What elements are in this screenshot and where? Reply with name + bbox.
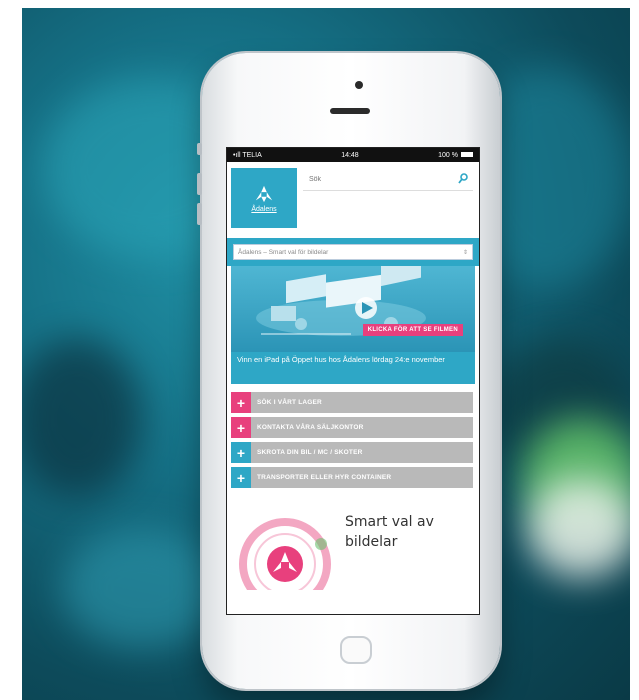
- logo-icon: [255, 185, 273, 202]
- site-logo[interactable]: Ådalens: [231, 168, 297, 228]
- select-value: Ådalens – Smart val för bildelar: [238, 248, 329, 256]
- plus-icon: +: [231, 442, 251, 463]
- front-camera: [355, 81, 363, 89]
- menu-item-label: KONTAKTA VÅRA SÄLJKONTOR: [257, 424, 364, 431]
- logo-text: Ådalens: [251, 205, 277, 213]
- volume-up-button: [197, 173, 202, 195]
- search-icon[interactable]: [457, 172, 469, 184]
- search-container: [303, 168, 473, 191]
- eco-seal-icon: [239, 518, 331, 590]
- carrier-label: •ıll TELIA: [233, 151, 262, 159]
- site-select-band: Ådalens – Smart val för bildelar ⇕: [227, 238, 479, 266]
- video-banner[interactable]: KLICKA FÖR ATT SE FILMEN: [231, 266, 475, 352]
- search-input[interactable]: [303, 169, 473, 191]
- menu-item-label: SKROTA DIN BIL / MC / SKOTER: [257, 449, 363, 456]
- menu-item-scrap-vehicle[interactable]: + SKROTA DIN BIL / MC / SKOTER: [231, 442, 473, 463]
- blurred-background: •ıll TELIA 14:48 100 % Ådalens Sök Ådale…: [22, 8, 630, 700]
- site-select[interactable]: Ådalens – Smart val för bildelar ⇕: [233, 244, 473, 260]
- slogan: Smart val av bildelar: [345, 512, 434, 552]
- battery-indicator: 100 %: [438, 152, 473, 159]
- status-bar: •ıll TELIA 14:48 100 %: [227, 148, 479, 162]
- plus-icon: +: [231, 467, 251, 488]
- menu-item-transport-container[interactable]: + TRANSPORTER ELLER HYR CONTAINER: [231, 467, 473, 488]
- clock: 14:48: [341, 151, 359, 159]
- earpiece-speaker: [330, 108, 370, 114]
- watch-video-button[interactable]: KLICKA FÖR ATT SE FILMEN: [362, 324, 463, 336]
- menu-item-label: SÖK I VÅRT LAGER: [257, 399, 322, 406]
- site-header: Ådalens: [227, 162, 479, 232]
- slogan-line-1: Smart val av: [345, 514, 434, 530]
- chevron-updown-icon: ⇕: [462, 249, 468, 256]
- battery-icon: [460, 152, 473, 158]
- mute-switch: [197, 143, 202, 155]
- phone-mockup: •ıll TELIA 14:48 100 % Ådalens Sök Ådale…: [197, 53, 500, 689]
- home-button[interactable]: [340, 636, 372, 664]
- slogan-line-2: bildelar: [345, 534, 398, 550]
- menu-item-label: TRANSPORTER ELLER HYR CONTAINER: [257, 474, 392, 481]
- battery-percent: 100 %: [438, 151, 458, 159]
- car-parts-illustration: [256, 266, 426, 336]
- footer-promo: Smart val av bildelar: [227, 496, 479, 590]
- promo-caption[interactable]: Vinn en iPad på Öppet hus hos Ådalens lö…: [231, 352, 475, 384]
- menu-item-search-stock[interactable]: + SÖK I VÅRT LAGER: [231, 392, 473, 413]
- action-menu: + SÖK I VÅRT LAGER + KONTAKTA VÅRA SÄLJK…: [231, 392, 473, 488]
- phone-screen: •ıll TELIA 14:48 100 % Ådalens Sök Ådale…: [226, 147, 480, 615]
- volume-down-button: [197, 203, 202, 225]
- plus-icon: +: [231, 392, 251, 413]
- menu-item-contact-offices[interactable]: + KONTAKTA VÅRA SÄLJKONTOR: [231, 417, 473, 438]
- plus-icon: +: [231, 417, 251, 438]
